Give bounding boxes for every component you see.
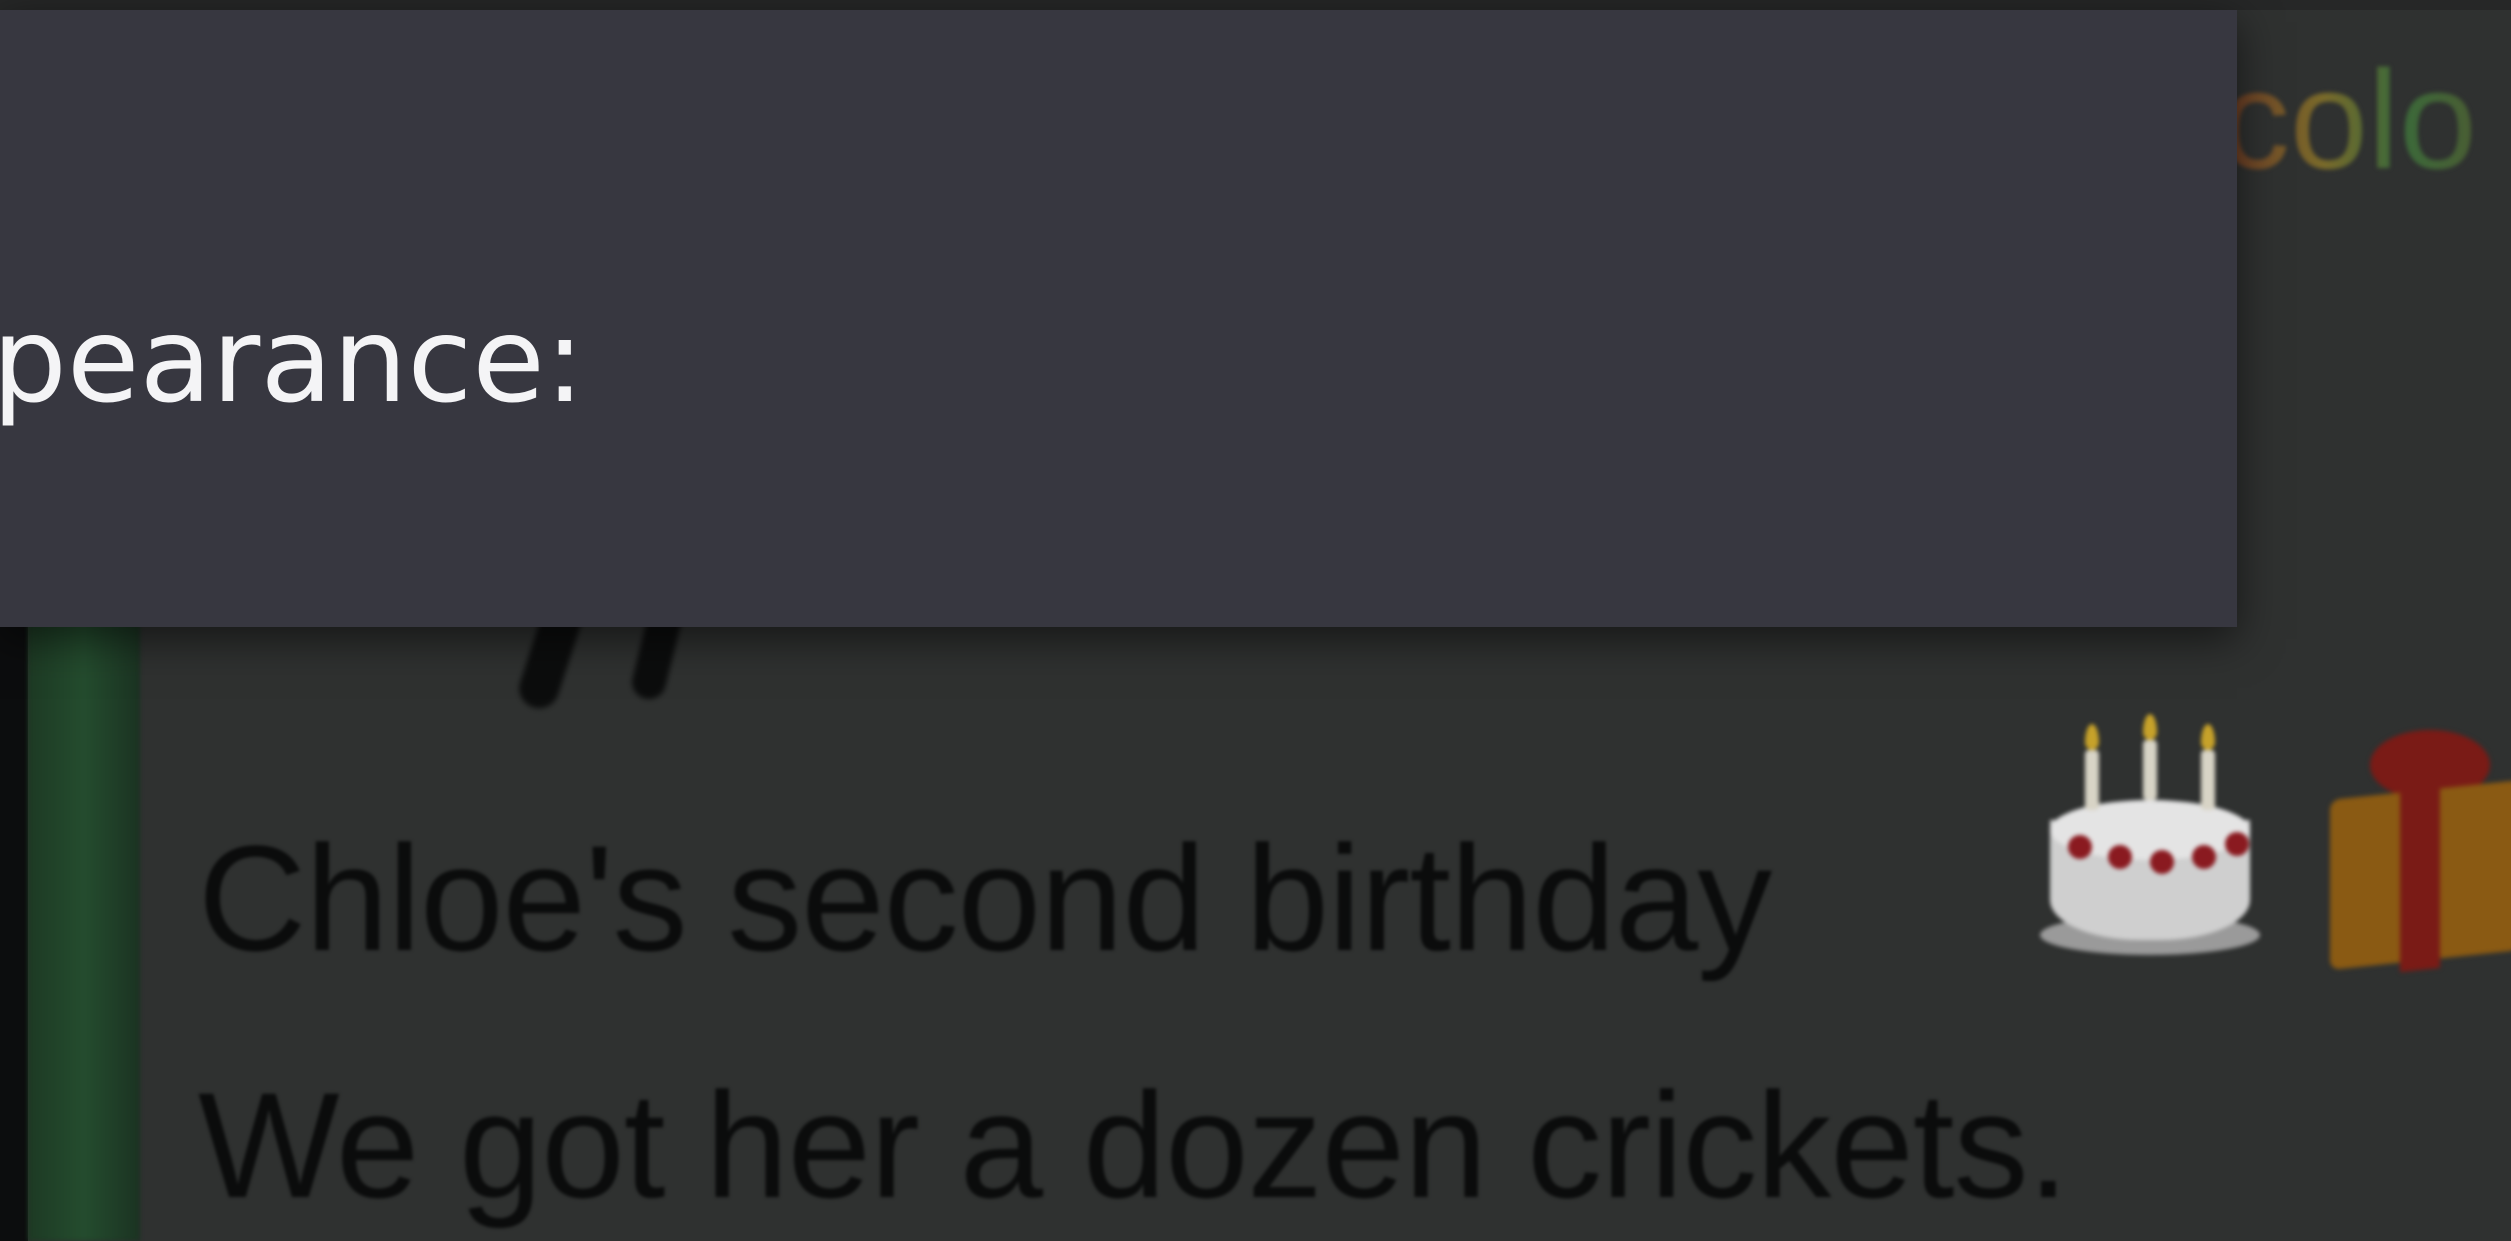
dialog-label: pearance: <box>0 291 585 429</box>
post-line-1: Chloe's second birthday <box>198 814 1772 982</box>
post-header-fragment: colo <box>2220 41 2477 198</box>
appearance-dialog: pearance: <box>0 10 2237 627</box>
post-line-2: We got her a dozen crickets. <box>198 1061 2069 1229</box>
birthday-cake-icon <box>2030 714 2270 980</box>
top-edge <box>0 0 2511 10</box>
screen: colo Chloe's second birthday We got her … <box>0 0 2511 1241</box>
gift-icon <box>2300 710 2511 990</box>
